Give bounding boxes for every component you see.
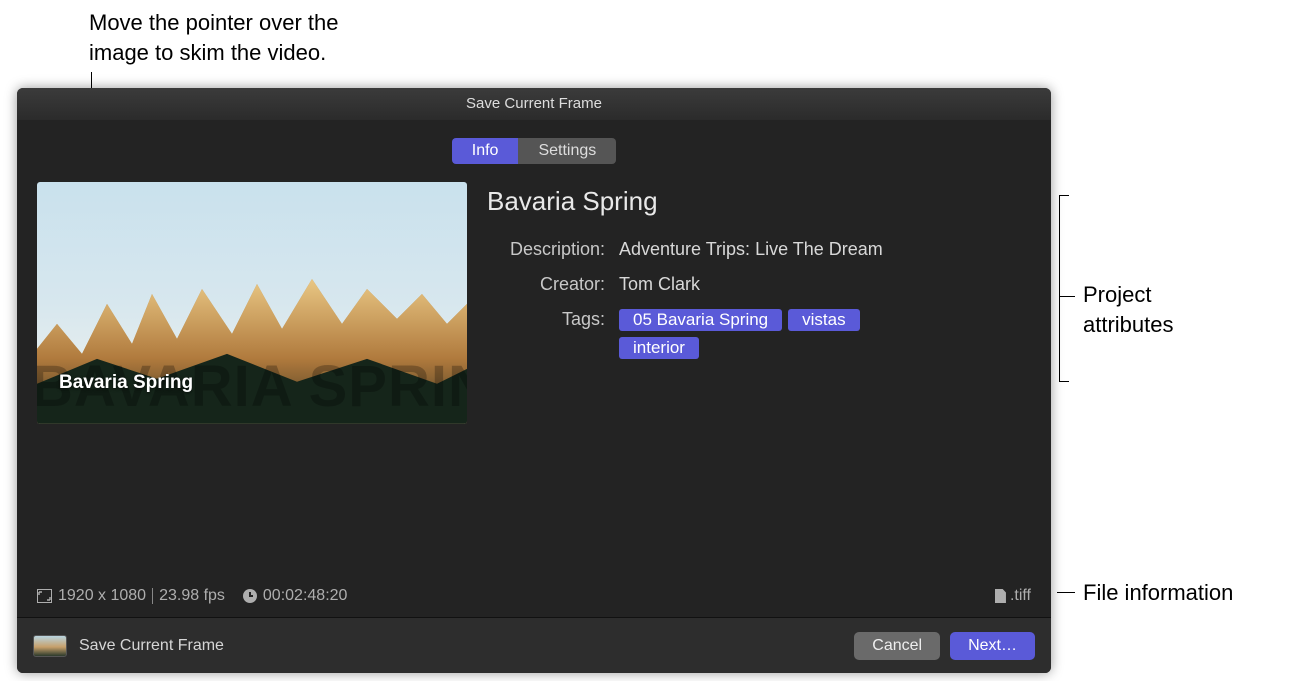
callout-skim: Move the pointer over the image to skim …	[89, 8, 338, 67]
timecode-value: 00:02:48:20	[263, 587, 348, 605]
content-area: Info Settings B	[17, 120, 1051, 617]
callout-text: attributes	[1083, 310, 1174, 340]
tags-container[interactable]: 05 Bavaria Spring vistas interior	[619, 309, 919, 359]
creator-value[interactable]: Tom Clark	[619, 274, 1031, 295]
tag[interactable]: vistas	[788, 309, 859, 331]
tags-label: Tags:	[487, 309, 605, 359]
document-icon	[995, 589, 1006, 603]
callout-bracket	[1059, 296, 1075, 297]
next-button[interactable]: Next…	[950, 632, 1035, 660]
tab-settings[interactable]: Settings	[518, 138, 616, 164]
bottom-thumbnail	[33, 635, 67, 657]
callout-bracket	[1059, 195, 1069, 196]
callout-file-info: File information	[1083, 578, 1233, 608]
bottom-title: Save Current Frame	[79, 637, 844, 655]
save-current-frame-dialog: Save Current Frame Info Settings	[17, 88, 1051, 673]
tab-info[interactable]: Info	[452, 138, 519, 164]
callout-bracket	[1059, 381, 1069, 382]
project-attributes: Bavaria Spring Description: Adventure Tr…	[487, 182, 1031, 373]
description-label: Description:	[487, 239, 605, 260]
callout-line	[1057, 592, 1075, 593]
window-title: Save Current Frame	[17, 88, 1051, 120]
divider	[152, 588, 153, 604]
expand-icon	[37, 589, 52, 603]
bottom-bar: Save Current Frame Cancel Next…	[17, 617, 1051, 673]
project-title: Bavaria Spring	[487, 186, 1031, 217]
callout-text: image to skim the video.	[89, 38, 338, 68]
cancel-button[interactable]: Cancel	[854, 632, 940, 660]
tag[interactable]: interior	[619, 337, 699, 359]
status-bar: 1920 x 1080 23.98 fps 00:02:48:20 .tiff	[37, 587, 1031, 605]
fps-value: 23.98 fps	[159, 587, 225, 605]
tabs: Info Settings	[37, 138, 1031, 164]
clock-icon	[243, 589, 257, 603]
callout-bracket	[1059, 195, 1060, 381]
callout-text: Project	[1083, 280, 1174, 310]
file-extension: .tiff	[1010, 587, 1031, 605]
callout-text: File information	[1083, 578, 1233, 608]
tag[interactable]: 05 Bavaria Spring	[619, 309, 782, 331]
callout-text: Move the pointer over the	[89, 8, 338, 38]
creator-label: Creator:	[487, 274, 605, 295]
thumbnail-overlay-small: Bavaria Spring	[59, 372, 193, 394]
preview-thumbnail[interactable]: BAVARIA SPRING Bavaria Spring	[37, 182, 467, 424]
callout-project-attributes: Project attributes	[1083, 280, 1174, 339]
dimensions-value: 1920 x 1080	[58, 587, 146, 605]
description-value[interactable]: Adventure Trips: Live The Dream	[619, 239, 1031, 260]
